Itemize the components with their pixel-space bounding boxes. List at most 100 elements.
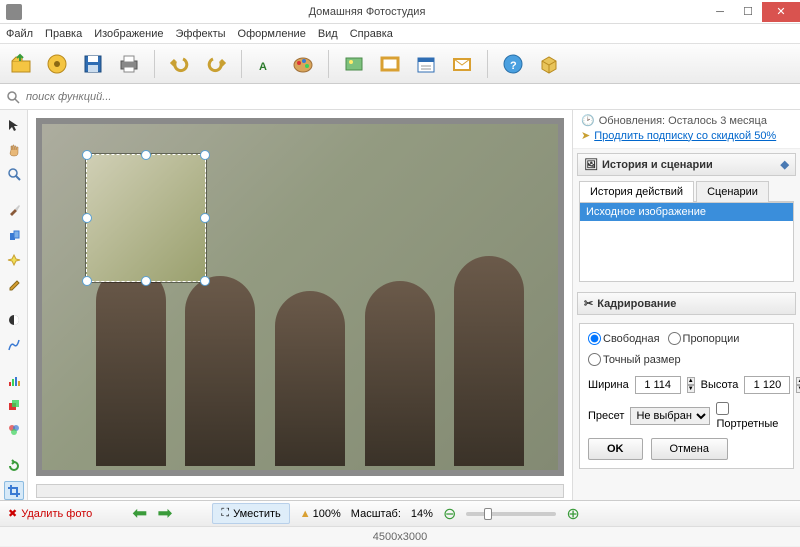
ok-button[interactable]: OK xyxy=(588,438,643,460)
mode-prop-radio[interactable]: Пропорции xyxy=(668,332,740,345)
height-input[interactable] xyxy=(744,376,790,394)
redo-icon[interactable] xyxy=(201,49,231,79)
crop-selection[interactable] xyxy=(86,154,206,282)
pointer-tool-icon[interactable] xyxy=(4,116,24,135)
menu-edit[interactable]: Правка xyxy=(45,28,82,40)
history-item[interactable]: Исходное изображение xyxy=(580,203,793,221)
history-panel-title: История и сценарии xyxy=(602,159,713,171)
function-search-bar xyxy=(0,84,800,110)
search-icon xyxy=(6,90,20,104)
crop-handle[interactable] xyxy=(82,213,92,223)
crop-handle[interactable] xyxy=(82,276,92,286)
height-spinner[interactable]: ▲▼ xyxy=(796,377,800,393)
titlebar: Домашняя Фотостудия ─ ☐ ✕ xyxy=(0,0,800,24)
print-icon[interactable] xyxy=(114,49,144,79)
minimize-button[interactable]: ─ xyxy=(706,2,734,22)
effects-tool-icon[interactable] xyxy=(4,421,24,440)
preset-select[interactable]: Не выбрано xyxy=(630,407,710,425)
close-button[interactable]: ✕ xyxy=(762,2,800,22)
collapse-icon[interactable]: ◆ xyxy=(781,158,789,171)
palette-icon[interactable] xyxy=(288,49,318,79)
crop-tool-icon[interactable] xyxy=(4,481,24,500)
renew-link[interactable]: Продлить подписку со скидкой 50% xyxy=(594,130,776,142)
crop-panel-title: Кадрирование xyxy=(597,298,676,310)
history-panel-header: 🖼 История и сценарии ◆ xyxy=(577,153,796,176)
next-arrow-icon[interactable]: ➡ xyxy=(157,503,172,524)
brush-tool-icon[interactable] xyxy=(4,201,24,220)
frame-icon[interactable] xyxy=(375,49,405,79)
box-icon[interactable] xyxy=(534,49,564,79)
save-icon[interactable] xyxy=(78,49,108,79)
fit-button[interactable]: ⛶Уместить xyxy=(212,503,289,524)
batch-icon[interactable] xyxy=(42,49,72,79)
open-file-icon[interactable] xyxy=(6,49,36,79)
undo-icon[interactable] xyxy=(165,49,195,79)
height-label: Высота xyxy=(701,379,739,391)
zoom-tool-icon[interactable] xyxy=(4,165,24,184)
zoom-out-icon[interactable]: ⊖ xyxy=(443,504,456,524)
tab-history[interactable]: История действий xyxy=(579,181,694,202)
subscription-notice: 🕑Обновления: Осталось 3 месяца ➤Продлить… xyxy=(573,110,800,149)
menu-help[interactable]: Справка xyxy=(350,28,393,40)
history-icon: 🖼 xyxy=(584,158,598,171)
slider-thumb[interactable] xyxy=(484,508,492,520)
histogram-tool-icon[interactable] xyxy=(4,372,24,391)
text-icon[interactable]: A xyxy=(252,49,282,79)
search-input[interactable] xyxy=(26,87,546,107)
mode-free-radio[interactable]: Свободная xyxy=(588,332,660,345)
clock-icon: 🕑 xyxy=(581,114,595,127)
mode-exact-radio[interactable]: Точный размер xyxy=(588,353,681,366)
maximize-button[interactable]: ☐ xyxy=(734,2,762,22)
horizontal-scrollbar[interactable] xyxy=(36,484,564,498)
statusbar: ✖Удалить фото ⬅ ➡ ⛶Уместить ▲100% Масшта… xyxy=(0,500,800,526)
rotate-tool-icon[interactable] xyxy=(4,457,24,476)
history-list[interactable]: Исходное изображение xyxy=(579,202,794,282)
whiten-tool-icon[interactable] xyxy=(4,250,24,269)
curves-tool-icon[interactable] xyxy=(4,336,24,355)
crop-icon: ✂ xyxy=(584,297,593,310)
svg-text:?: ? xyxy=(510,60,517,72)
pencil-tool-icon[interactable] xyxy=(4,275,24,294)
tab-scenarios[interactable]: Сценарии xyxy=(696,181,769,202)
right-panel: 🕑Обновления: Осталось 3 месяца ➤Продлить… xyxy=(572,110,800,500)
menu-decor[interactable]: Оформление xyxy=(238,28,306,40)
help-icon[interactable]: ? xyxy=(498,49,528,79)
menu-effects[interactable]: Эффекты xyxy=(176,28,226,40)
zoom-in-icon[interactable]: ⊕ xyxy=(566,504,579,524)
layers-tool-icon[interactable] xyxy=(4,396,24,415)
footer-dimensions: 4500x3000 xyxy=(0,526,800,546)
hand-tool-icon[interactable] xyxy=(4,141,24,160)
delete-photo-button[interactable]: ✖Удалить фото xyxy=(8,507,92,520)
preset-label: Пресет xyxy=(588,410,624,422)
prev-arrow-icon[interactable]: ⬅ xyxy=(132,503,147,524)
app-icon xyxy=(6,4,22,20)
postcard-icon[interactable] xyxy=(447,49,477,79)
crop-handle[interactable] xyxy=(200,213,210,223)
width-input[interactable] xyxy=(635,376,681,394)
crop-handle[interactable] xyxy=(82,150,92,160)
delete-icon: ✖ xyxy=(8,507,17,520)
crop-panel-header: ✂ Кадрирование xyxy=(577,292,796,315)
crop-handle[interactable] xyxy=(141,276,151,286)
picture-icon[interactable] xyxy=(339,49,369,79)
width-spinner[interactable]: ▲▼ xyxy=(687,377,695,393)
portrait-checkbox[interactable]: Портретные xyxy=(716,402,785,430)
menu-view[interactable]: Вид xyxy=(318,28,338,40)
menu-image[interactable]: Изображение xyxy=(94,28,163,40)
cancel-button[interactable]: Отмена xyxy=(651,438,728,460)
toolbar: A ? xyxy=(0,44,800,84)
canvas[interactable] xyxy=(36,118,564,476)
contrast-tool-icon[interactable] xyxy=(4,311,24,330)
crop-handle[interactable] xyxy=(200,150,210,160)
crop-handle[interactable] xyxy=(200,276,210,286)
scale-label: Масштаб: xyxy=(351,508,401,520)
history-tabs: История действий Сценарии xyxy=(579,180,794,202)
zoom-slider[interactable] xyxy=(466,512,556,516)
calendar-icon[interactable] xyxy=(411,49,441,79)
crop-handle[interactable] xyxy=(141,150,151,160)
menu-file[interactable]: Файл xyxy=(6,28,33,40)
width-label: Ширина xyxy=(588,379,629,391)
clone-tool-icon[interactable] xyxy=(4,226,24,245)
zoom-100-button[interactable]: ▲100% xyxy=(300,508,341,520)
arrow-icon: ➤ xyxy=(581,129,590,142)
